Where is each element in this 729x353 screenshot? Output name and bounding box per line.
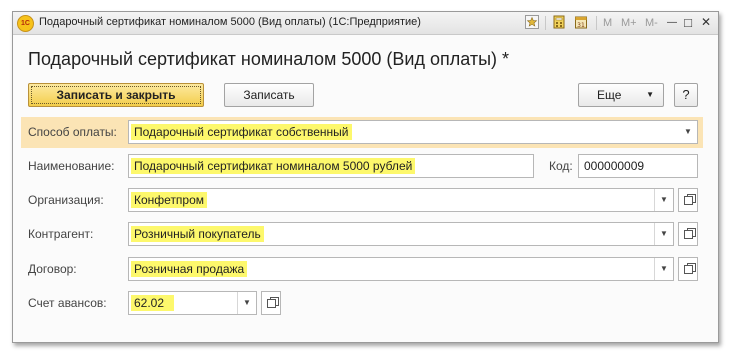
more-button[interactable]: Еще ▼ <box>578 83 664 107</box>
open-icon <box>684 265 693 274</box>
save-and-close-label: Записать и закрыть <box>56 88 176 102</box>
code-label: Код: <box>549 159 573 173</box>
organization-field[interactable]: Конфетпром ▼ <box>128 188 674 212</box>
save-button[interactable]: Записать <box>224 83 314 107</box>
advance-account-label: Счет авансов: <box>28 296 107 310</box>
contract-open-button[interactable] <box>678 257 698 281</box>
open-icon <box>267 299 276 308</box>
counterparty-open-button[interactable] <box>678 222 698 246</box>
toolbar-separator <box>545 16 546 30</box>
organization-label: Организация: <box>28 193 104 207</box>
memory-plus-button[interactable]: M+ <box>621 17 637 29</box>
svg-text:31: 31 <box>577 22 585 29</box>
advance-account-open-button[interactable] <box>261 291 281 315</box>
payment-method-label: Способ оплаты: <box>28 125 117 139</box>
organization-open-button[interactable] <box>678 188 698 212</box>
favorites-icon[interactable] <box>525 15 539 30</box>
open-icon <box>684 196 693 205</box>
chevron-down-icon[interactable]: ▼ <box>679 121 697 143</box>
save-and-close-button[interactable]: Записать и закрыть <box>28 83 204 107</box>
memory-button[interactable]: M <box>603 17 612 29</box>
toolbar-separator <box>596 16 597 30</box>
code-field[interactable]: 000000009 <box>578 154 698 178</box>
counterparty-label: Контрагент: <box>28 227 94 241</box>
chevron-down-icon: ▼ <box>646 90 654 99</box>
maximize-button[interactable]: □ <box>682 15 694 30</box>
contract-label: Договор: <box>28 262 77 276</box>
counterparty-value: Розничный покупатель <box>131 226 264 242</box>
more-label: Еще <box>597 88 622 102</box>
app-logo-icon: 1C <box>17 15 34 32</box>
chevron-down-icon[interactable]: ▼ <box>654 258 673 280</box>
organization-value: Конфетпром <box>131 192 208 208</box>
chevron-down-icon[interactable]: ▼ <box>237 292 256 314</box>
counterparty-field[interactable]: Розничный покупатель ▼ <box>128 222 674 246</box>
code-value: 000000009 <box>581 158 648 174</box>
contract-field[interactable]: Розничная продажа ▼ <box>128 257 674 281</box>
app-window: 1C Подарочный сертификат номиналом 5000 … <box>12 11 719 343</box>
advance-account-value: 62.02 <box>131 295 175 311</box>
advance-account-field[interactable]: 62.02 ▼ <box>128 291 257 315</box>
calculator-icon[interactable] <box>552 15 566 30</box>
name-label: Наименование: <box>28 159 115 173</box>
help-button[interactable]: ? <box>674 83 698 107</box>
calendar-icon[interactable]: 31 <box>574 15 588 30</box>
form-title: Подарочный сертификат номиналом 5000 (Ви… <box>28 49 510 69</box>
payment-method-value: Подарочный сертификат собственный <box>131 124 352 140</box>
close-button[interactable]: ✕ <box>700 15 712 30</box>
payment-method-field[interactable]: Подарочный сертификат собственный ▼ <box>128 120 698 144</box>
name-field[interactable]: Подарочный сертификат номиналом 5000 руб… <box>128 154 534 178</box>
contract-value: Розничная продажа <box>131 261 248 277</box>
chevron-down-icon[interactable]: ▼ <box>654 223 673 245</box>
open-icon <box>684 230 693 239</box>
title-bar: 1C Подарочный сертификат номиналом 5000 … <box>13 12 718 35</box>
minimize-button[interactable]: — <box>666 15 678 30</box>
name-value: Подарочный сертификат номиналом 5000 руб… <box>131 158 416 174</box>
chevron-down-icon[interactable]: ▼ <box>654 189 673 211</box>
window-title: Подарочный сертификат номиналом 5000 (Ви… <box>39 16 421 28</box>
memory-minus-button[interactable]: M- <box>645 17 658 29</box>
